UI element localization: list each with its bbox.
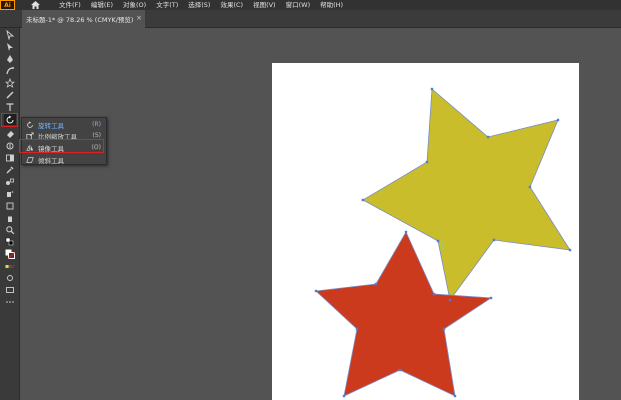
anchor-point[interactable] [432, 292, 436, 296]
anchor-point[interactable] [436, 239, 440, 243]
anchor-point[interactable] [374, 282, 378, 286]
anchor-point[interactable] [404, 230, 408, 234]
anchor-point[interactable] [430, 87, 434, 91]
anchor-point[interactable] [361, 198, 365, 202]
anchor-point[interactable] [448, 298, 452, 302]
anchor-point[interactable] [486, 135, 490, 139]
anchor-point[interactable] [492, 238, 496, 242]
anchor-point[interactable] [442, 327, 446, 331]
anchor-point[interactable] [528, 185, 532, 189]
anchor-point[interactable] [355, 327, 359, 331]
anchor-point[interactable] [453, 394, 457, 398]
anchor-point[interactable] [398, 368, 402, 372]
anchor-point[interactable] [568, 248, 572, 252]
anchor-point[interactable] [489, 296, 493, 300]
anchor-point[interactable] [314, 289, 318, 293]
canvas-artwork [314, 87, 572, 398]
anchor-point[interactable] [556, 118, 560, 122]
anchor-point[interactable] [425, 160, 429, 164]
anchor-point[interactable] [342, 394, 346, 398]
